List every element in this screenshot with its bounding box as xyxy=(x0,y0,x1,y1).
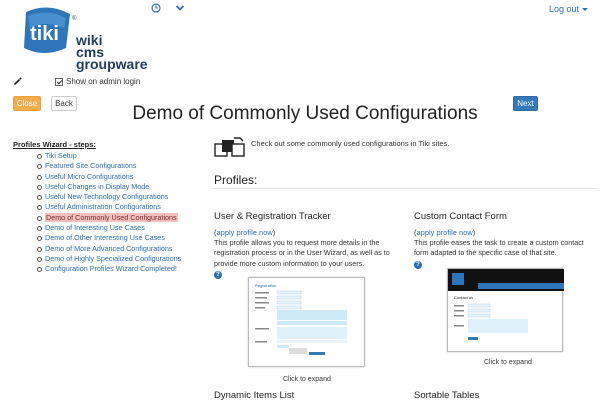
registration-form-thumbnail: Registration xyxy=(255,283,347,355)
click-to-expand-label[interactable]: Click to expand xyxy=(484,359,532,366)
profile-card-description: This profile eases the task to create a … xyxy=(414,238,584,258)
intro: Check out some commonly used configurati… xyxy=(213,136,449,158)
apply-profile-now-link[interactable]: apply profile now xyxy=(417,228,473,237)
profile-card-title: User & Registration Tracker xyxy=(214,211,331,222)
configuration-blocks-icon xyxy=(214,137,245,157)
step-useful-administration[interactable]: Useful Administration Configurations xyxy=(37,202,203,212)
svg-text:®: ® xyxy=(72,15,77,22)
step-demo-other-interesting-use-cases[interactable]: Demo of Other Interesting Use Cases xyxy=(37,233,203,243)
apply-profile-link-wrapper: (apply profile now) xyxy=(414,228,476,237)
step-useful-changes-display-mode[interactable]: Useful Changes in Display Mode xyxy=(37,182,203,192)
contact-form-thumbnail: Contact us xyxy=(448,269,564,340)
section-title-dynamic-items-list: Dynamic Items List xyxy=(214,390,295,400)
show-on-admin-login[interactable]: Show on admin login xyxy=(55,77,140,86)
apply-profile-link-wrapper: (apply profile now) xyxy=(214,228,276,237)
chevron-down-icon[interactable] xyxy=(175,3,185,13)
profiles-divider xyxy=(213,188,598,189)
step-featured-site-configurations[interactable]: Featured Site Configurations xyxy=(37,161,203,171)
help-icon[interactable]: ? xyxy=(214,270,222,279)
magic-wand-icon[interactable] xyxy=(13,76,23,86)
logo-wordmark: wiki cms groupware xyxy=(76,33,148,72)
profile-card-user-registration: User & Registration Tracker (apply profi… xyxy=(214,211,394,279)
wizard-steps-sidebar: Profiles Wizard - steps: Tiki Setup Feat… xyxy=(13,140,203,275)
apply-profile-now-link[interactable]: apply profile now xyxy=(217,228,273,237)
profile-thumbnail-user-registration[interactable]: Registration xyxy=(248,277,365,367)
click-to-expand-label[interactable]: Click to expand xyxy=(283,376,331,383)
step-tiki-setup[interactable]: Tiki Setup xyxy=(37,151,203,161)
step-demo-commonly-used-current[interactable]: Demo of Commonly Used Configurations xyxy=(37,212,203,223)
profiles-heading: Profiles: xyxy=(214,173,258,187)
profile-thumbnail-custom-contact-form[interactable]: Contact us xyxy=(447,268,564,352)
step-useful-new-technology[interactable]: Useful New Technology Configurations xyxy=(37,192,203,202)
step-wizard-completed[interactable]: Configuration Profiles Wizard Completed! xyxy=(37,264,203,274)
intro-text: Check out some commonly used configurati… xyxy=(251,138,450,148)
profile-card-description: This profile allows you to request more … xyxy=(214,238,390,268)
section-title-sortable-tables: Sortable Tables xyxy=(414,390,480,400)
svg-text:Contact us: Contact us xyxy=(454,295,473,300)
page-title: Demo of Commonly Used Configurations xyxy=(132,103,478,124)
show-on-admin-login-label: Show on admin login xyxy=(66,77,141,86)
step-demo-interesting-use-cases[interactable]: Demo of Interesting Use Cases xyxy=(37,223,203,233)
step-demo-more-advanced[interactable]: Demo of More Advanced Configurations xyxy=(37,244,203,254)
help-icon[interactable]: ? xyxy=(414,260,422,269)
show-on-admin-login-checkbox[interactable] xyxy=(55,77,63,86)
step-demo-highly-specialized[interactable]: Demo of Highly Specialized Configuration… xyxy=(37,254,203,264)
profile-card-custom-contact-form: Custom Contact Form (apply profile now) … xyxy=(414,211,594,269)
wizard-steps-list: Tiki Setup Featured Site Configurations … xyxy=(37,151,203,275)
logout-link[interactable]: Log out xyxy=(549,4,588,14)
tiki-logo[interactable]: tiki ® wiki cms groupware xyxy=(18,4,158,76)
logout-label[interactable]: Log out xyxy=(549,4,579,14)
step-useful-micro-configurations[interactable]: Useful Micro Configurations xyxy=(37,172,203,182)
sidebar-title: Profiles Wizard - steps: xyxy=(13,140,96,149)
profile-card-title: Custom Contact Form xyxy=(414,211,507,222)
caret-down-icon xyxy=(582,7,588,11)
svg-text:tiki: tiki xyxy=(30,23,59,45)
svg-text:Registration: Registration xyxy=(255,283,276,288)
logo-line-groupware: groupware xyxy=(76,56,148,72)
